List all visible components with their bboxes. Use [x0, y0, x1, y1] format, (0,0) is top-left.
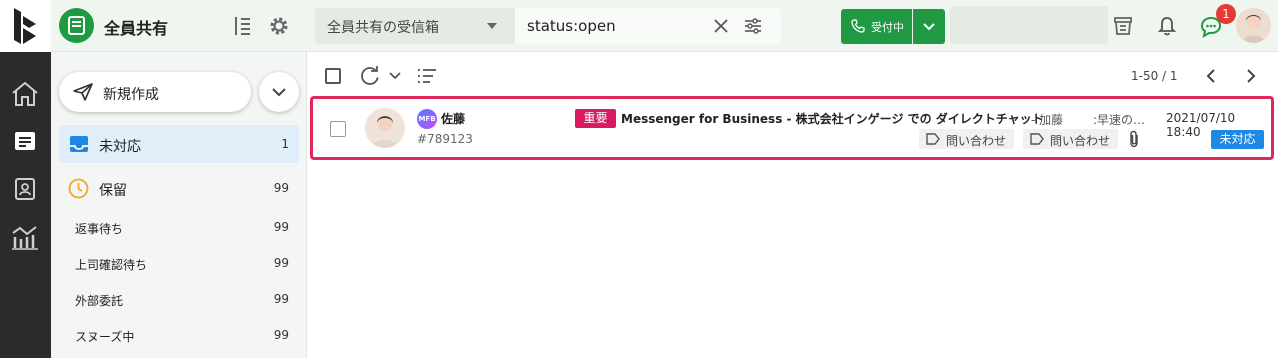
chevron-down-icon — [272, 88, 286, 97]
archive-icon[interactable] — [1112, 15, 1134, 37]
new-message-label: 新規作成 — [103, 87, 159, 103]
sort-settings-icon[interactable] — [231, 15, 253, 37]
chevron-left-icon[interactable] — [1203, 68, 1219, 84]
caret-down-icon — [487, 23, 497, 29]
pagination-text: 1-50 / 1 — [1131, 69, 1178, 83]
chevron-down-icon — [923, 23, 935, 31]
inbox-tray-icon — [70, 136, 88, 152]
clear-icon[interactable] — [714, 19, 728, 33]
sidebar-item-supervisor-check[interactable]: 上司確認待ち 99 — [59, 249, 299, 279]
select-all-checkbox[interactable] — [325, 68, 341, 84]
sidebar-item-awaiting-reply[interactable]: 返事待ち 99 — [59, 213, 299, 243]
send-icon — [73, 83, 93, 101]
sidebar-item-label: 返事待ち — [75, 222, 124, 236]
sidebar-item-label: 未対応 — [99, 139, 141, 155]
message-row[interactable]: MFB 佐藤 #789123 重要 Messenger for Business… — [310, 96, 1274, 160]
home-icon[interactable] — [10, 80, 40, 108]
person-avatar-icon — [365, 108, 405, 148]
status-badge: 未対応 — [1211, 130, 1264, 149]
clock-icon — [68, 178, 89, 199]
new-message-button[interactable]: 新規作成 — [59, 72, 251, 112]
workspace-icon[interactable] — [59, 8, 94, 43]
messages-icon[interactable] — [12, 129, 38, 155]
reception-status-button[interactable]: 受付中 — [841, 9, 912, 44]
inbox-select-label: 全員共有の受信箱 — [327, 20, 439, 36]
label-chip[interactable]: 問い合わせ — [919, 129, 1014, 149]
phone-icon — [851, 19, 865, 33]
contacts-icon[interactable] — [12, 176, 38, 202]
workspace-title: 全員共有 — [104, 19, 169, 38]
sidebar-item-on-hold[interactable]: 保留 99 — [59, 169, 299, 207]
reception-label: 受付中 — [871, 21, 904, 34]
sidebar-item-unhandled[interactable]: 未対応 1 — [59, 125, 299, 163]
notification-badge: 1 — [1216, 4, 1236, 24]
sidebar-item-count: 99 — [273, 220, 289, 234]
top-bar: 全員共有 全員共有の受信箱 status:open 受付中 1 — [0, 0, 1278, 52]
sidebar-item-snoozed[interactable]: スヌーズ中 99 — [59, 321, 299, 351]
label-chip-text: 問い合わせ — [946, 134, 1007, 148]
message-preview: :早速の… — [1093, 113, 1146, 127]
gear-icon[interactable] — [268, 15, 290, 37]
user-avatar[interactable] — [1236, 8, 1271, 43]
logo-icon — [14, 8, 36, 44]
search-input[interactable]: status:open — [515, 8, 781, 44]
sidebar-item-count: 99 — [273, 328, 289, 342]
person-avatar-icon — [1236, 8, 1271, 43]
paperclip-icon — [1127, 129, 1141, 149]
filter-options-icon[interactable] — [744, 17, 762, 35]
analytics-icon[interactable] — [10, 223, 40, 251]
bell-icon[interactable] — [1156, 15, 1178, 37]
sidebar-item-label: 上司確認待ち — [75, 258, 148, 272]
sidebar-item-count: 99 — [273, 181, 289, 195]
inbox-select[interactable]: 全員共有の受信箱 — [315, 8, 515, 44]
label-chip-text: 問い合わせ — [1050, 134, 1111, 148]
left-rail — [0, 52, 51, 358]
sidebar-item-label: 保留 — [99, 183, 127, 199]
tag-icon — [1030, 133, 1044, 145]
sidebar-item-count: 99 — [273, 256, 289, 270]
sidebar-item-count: 1 — [281, 137, 289, 151]
app-logo[interactable] — [0, 0, 51, 52]
chevron-down-icon[interactable] — [389, 71, 401, 81]
tag-icon — [926, 133, 940, 145]
inbox-icon — [68, 16, 85, 35]
sort-list-icon[interactable] — [417, 67, 437, 85]
message-list-pane: 1-50 / 1 MFB 佐藤 #789123 重要 Messenger for… — [307, 52, 1278, 358]
sidebar-item-label: スヌーズ中 — [75, 330, 135, 344]
ticket-id: #789123 — [417, 132, 473, 146]
sender-name: 佐藤 — [441, 112, 466, 126]
row-checkbox[interactable] — [330, 121, 346, 137]
channel-badge: MFB — [417, 109, 437, 129]
sidebar-item-count: 99 — [273, 292, 289, 306]
refresh-icon[interactable] — [360, 66, 382, 86]
message-from: - 加藤 — [1031, 113, 1064, 127]
chevron-right-icon[interactable] — [1243, 68, 1259, 84]
search-value: status:open — [527, 17, 616, 35]
sidebar: 新規作成 未対応 1 保留 99 返事待ち 99 上司確認待ち 99 外部委託 … — [51, 52, 307, 358]
sender-avatar — [365, 108, 405, 148]
sidebar-item-outsourced[interactable]: 外部委託 99 — [59, 285, 299, 315]
reception-dropdown-button[interactable] — [913, 9, 945, 44]
label-chip[interactable]: 問い合わせ — [1023, 129, 1118, 149]
priority-tag: 重要 — [575, 109, 616, 128]
expand-button[interactable] — [259, 72, 299, 112]
app-root: 全員共有 全員共有の受信箱 status:open 受付中 1 新規作成 未対応… — [0, 0, 1278, 358]
header-blank-area — [950, 6, 1108, 44]
message-subject: Messenger for Business - 株式会社インゲージ での ダイ… — [621, 112, 1044, 126]
sidebar-item-label: 外部委託 — [75, 294, 124, 308]
